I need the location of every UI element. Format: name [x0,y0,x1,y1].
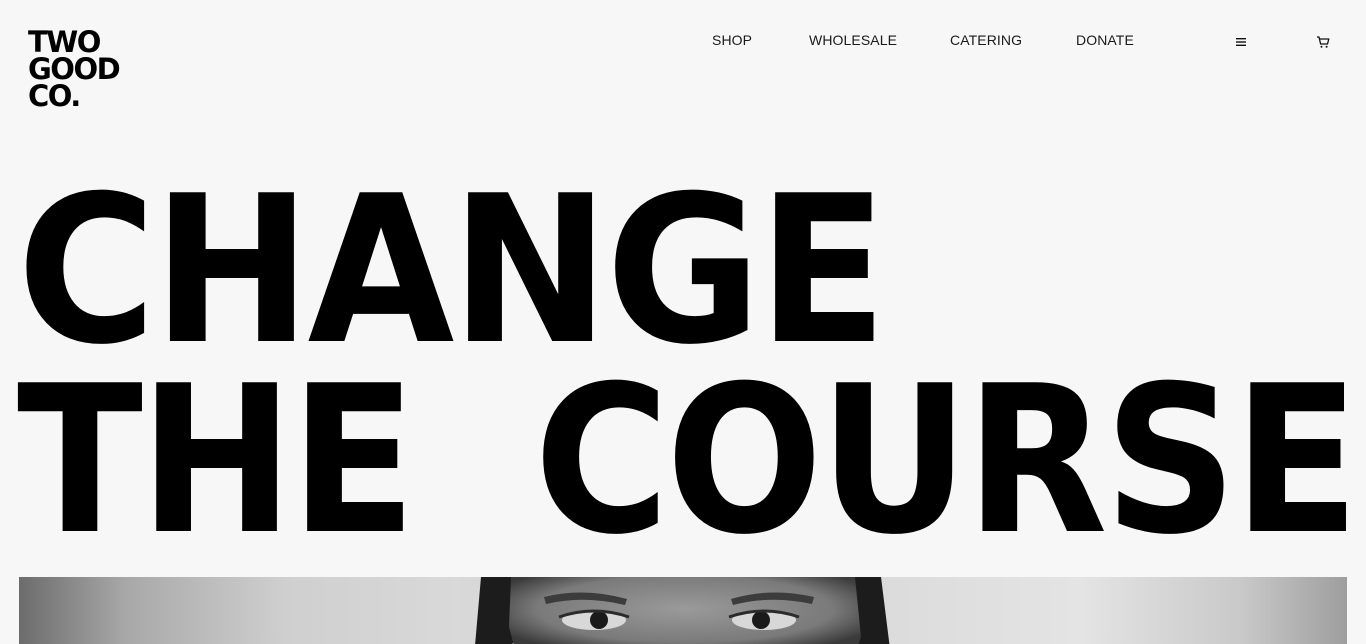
portrait-face [475,577,890,644]
nav-link-donate[interactable]: DONATE [1076,32,1134,48]
nav-link-shop[interactable]: SHOP [712,32,752,48]
shopping-cart-icon [1317,36,1330,48]
hamburger-menu-icon [1236,38,1246,46]
menu-button[interactable] [1232,33,1250,51]
hero-portrait-image [19,577,1347,644]
cart-button[interactable] [1314,33,1332,51]
page: TWO GOOD CO. SHOP WHOLESALE CATERING DON… [0,0,1366,644]
nav-link-catering[interactable]: CATERING [950,32,1022,48]
brand-logo[interactable]: TWO GOOD CO. [28,28,121,113]
hero-line-2: THE COURSE [17,343,1360,580]
logo-line-3: CO. [28,79,81,113]
nav-link-wholesale[interactable]: WHOLESALE [809,32,897,48]
